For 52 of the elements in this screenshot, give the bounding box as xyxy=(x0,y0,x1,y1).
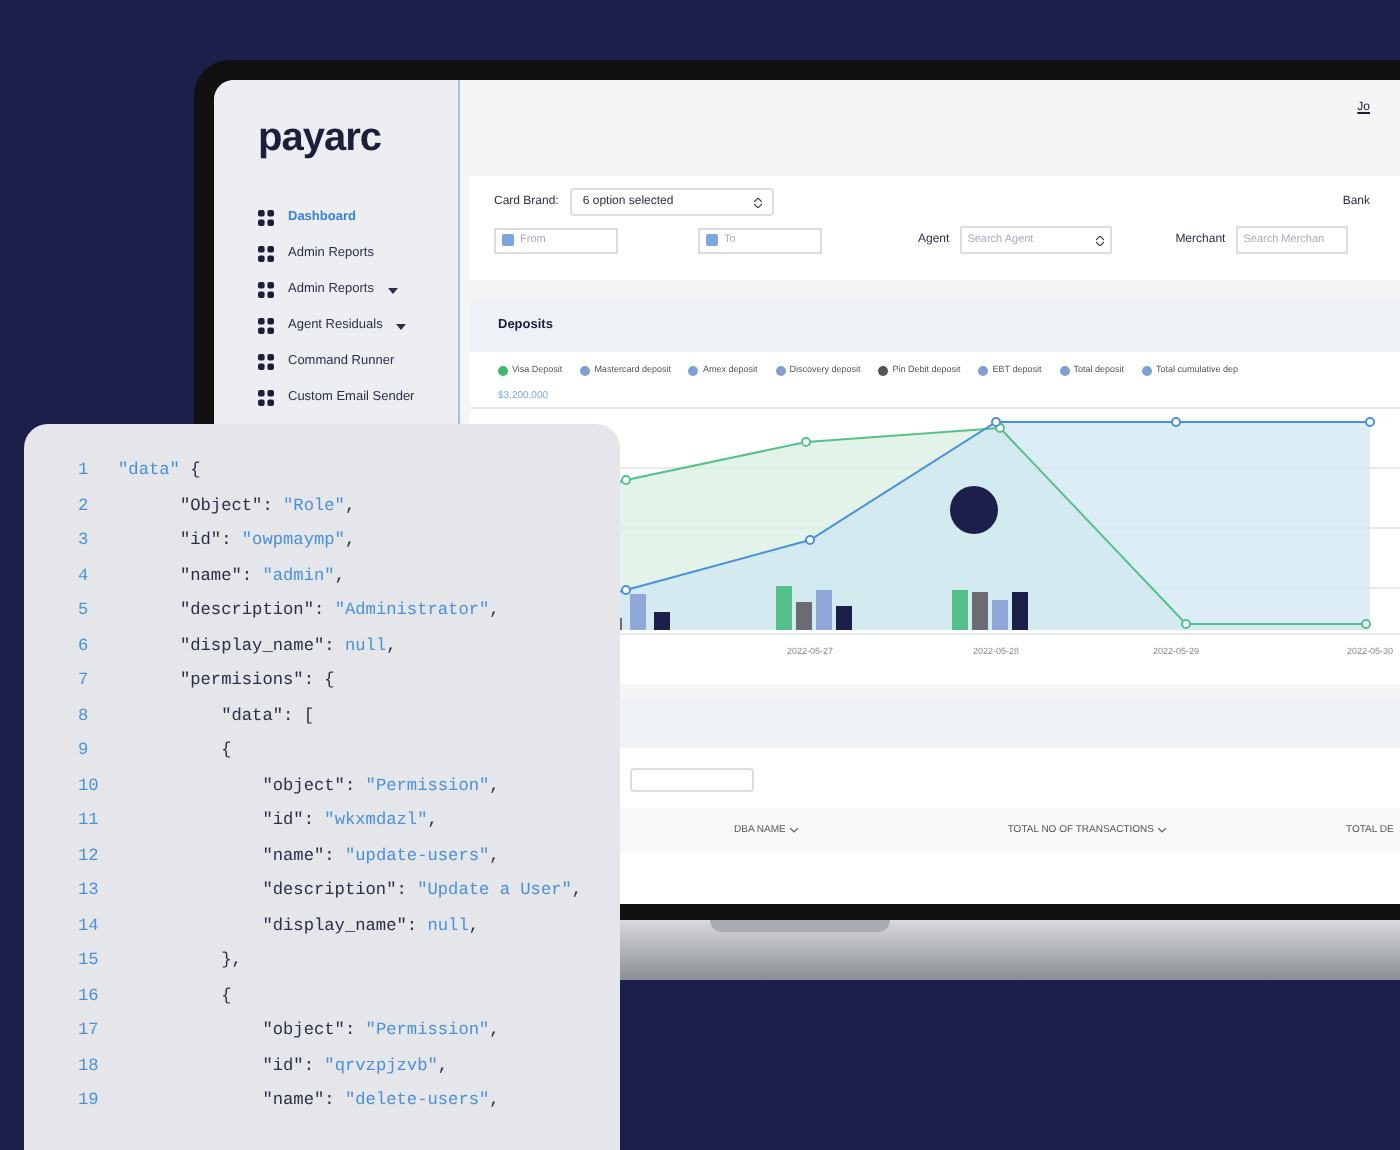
code-line: "display_name": null, xyxy=(260,913,480,937)
line-number: 17 xyxy=(78,1018,101,1042)
code-line: "object": "Permission", xyxy=(260,1018,500,1042)
line-number: 1 xyxy=(78,458,91,482)
code-line: "data" { xyxy=(118,458,201,482)
code-line: }, xyxy=(219,948,242,972)
grid-icon xyxy=(258,354,274,370)
code-line: "Object": "Role", xyxy=(177,493,356,517)
code-line: "name": "update-users", xyxy=(260,843,500,867)
line-number: 8 xyxy=(78,703,91,727)
line-number: 19 xyxy=(78,1088,101,1112)
line-number: 16 xyxy=(78,983,101,1007)
code-line: "description": "Administrator", xyxy=(177,598,500,622)
code-line: "data": [ xyxy=(219,703,314,727)
line-number: 4 xyxy=(78,563,91,587)
line-number: 13 xyxy=(78,878,101,902)
code-line: "name": "delete-users", xyxy=(260,1088,500,1112)
code-line: { xyxy=(219,738,232,762)
caret-icon xyxy=(388,287,398,293)
code-line: { xyxy=(219,983,232,1007)
grid-icon xyxy=(258,282,274,298)
code-line: "id": "owpmaymp", xyxy=(177,528,356,552)
line-number: 9 xyxy=(78,738,91,762)
line-number: 5 xyxy=(78,598,91,622)
line-number: 2 xyxy=(78,493,91,517)
code-line: "description": "Update a User", xyxy=(260,878,583,902)
code-line: "name": "admin", xyxy=(177,563,345,587)
line-number: 3 xyxy=(78,528,91,552)
chevron-icon xyxy=(754,197,763,207)
grid-icon xyxy=(258,318,274,334)
line-number: 7 xyxy=(78,668,91,692)
line-number: 6 xyxy=(78,633,91,657)
code-line: "object": "Permission", xyxy=(260,773,500,797)
code-line: "permisions": { xyxy=(177,668,335,692)
line-number: 11 xyxy=(78,808,101,832)
line-number: 18 xyxy=(78,1053,101,1077)
chevron-down-icon xyxy=(1158,827,1167,834)
line-number: 15 xyxy=(78,948,101,972)
line-number: 12 xyxy=(78,843,101,867)
caret-icon xyxy=(396,323,407,329)
code-line: "id": "wkxmdazl", xyxy=(260,808,438,832)
grid-icon xyxy=(258,210,274,226)
code-line: "display_name": null, xyxy=(177,633,397,657)
table-search-field[interactable] xyxy=(630,768,754,793)
chevron-icon xyxy=(1095,235,1104,245)
line-number: 14 xyxy=(78,913,101,937)
grid-icon xyxy=(258,390,274,406)
grid-icon xyxy=(258,246,274,262)
line-number: 10 xyxy=(78,773,101,797)
logo: payarc xyxy=(258,114,383,164)
chevron-down-icon xyxy=(789,827,798,834)
code-line: "id": "qrvzpjzvb", xyxy=(260,1053,449,1077)
